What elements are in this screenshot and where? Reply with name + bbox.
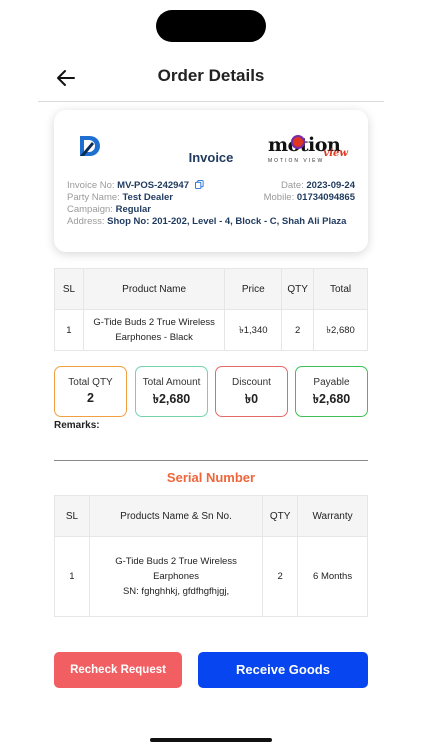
date-value: 2023-09-24	[306, 180, 355, 191]
table-header-row: SL Product Name Price QTY Total	[54, 268, 368, 310]
invoice-number: MV-POS-242947	[117, 180, 189, 191]
column-header: Warranty	[297, 495, 368, 537]
column-header: Product Name	[82, 268, 226, 310]
column-header: QTY	[262, 495, 299, 537]
campaign-row: Campaign: Regular	[67, 204, 355, 216]
brand-logo: motion view MOTION VIEW	[268, 126, 356, 172]
recheck-request-button[interactable]: Recheck Request	[54, 652, 182, 688]
column-header: Price	[224, 268, 283, 310]
row-sl: 1	[54, 536, 90, 617]
summary-payable: Payable ৳2,680	[295, 366, 368, 417]
row-qty: 2	[281, 309, 315, 351]
summary-value: 2	[87, 391, 94, 405]
globe-icon	[291, 135, 305, 149]
app-header: Order Details	[38, 60, 384, 102]
receive-goods-button[interactable]: Receive Goods	[198, 652, 368, 688]
address-label: Address:	[67, 216, 105, 227]
row-product-name: G-Tide Buds 2 True Wireless Earphones - …	[82, 309, 226, 351]
page-title: Order Details	[157, 66, 265, 85]
column-header: Products Name & Sn No.	[88, 495, 264, 537]
row-total: ৳2,680	[313, 309, 368, 351]
column-header: QTY	[281, 268, 315, 310]
address-row: Address: Shop No: 201-202, Level - 4, Bl…	[67, 216, 355, 228]
table-row: 1 G-Tide Buds 2 True Wireless Earphones …	[54, 309, 368, 351]
summary-total-amount: Total Amount ৳2,680	[135, 366, 208, 417]
invoice-date: Date: 2023-09-24	[281, 180, 355, 192]
summary-value: ৳0	[244, 392, 259, 406]
invoice-number-label: Invoice No:	[67, 180, 115, 191]
products-table: SL Product Name Price QTY Total 1 G-Tide…	[54, 268, 368, 351]
row-product-name: G-Tide Buds 2 True Wireless Earphones	[115, 556, 237, 582]
serial-number-title: Serial Number	[166, 470, 256, 485]
remarks-label: Remarks:	[54, 420, 100, 431]
summary-value: ৳2,680	[312, 392, 351, 406]
summary-label: Discount	[232, 377, 271, 388]
campaign-label: Campaign:	[67, 204, 113, 215]
invoice-number-row: Invoice No: MV-POS-242947 Date: 2023-09-…	[67, 180, 355, 192]
serial-table: SL Products Name & Sn No. QTY Warranty 1…	[54, 495, 368, 617]
summary-discount: Discount ৳0	[215, 366, 288, 417]
party-label: Party Name:	[67, 192, 120, 203]
device-notch	[156, 10, 266, 42]
section-divider	[54, 460, 368, 461]
table-row: 1 G-Tide Buds 2 True Wireless Earphones …	[54, 536, 368, 617]
summary-value: ৳2,680	[152, 392, 191, 406]
invoice-card: Invoice motion view MOTION VIEW Invoice …	[54, 110, 368, 252]
copy-icon[interactable]	[194, 180, 204, 189]
party-name: Test Dealer	[122, 192, 173, 203]
row-product-sn: G-Tide Buds 2 True Wireless Earphones SN…	[88, 536, 264, 617]
address-value: Shop No: 201-202, Level - 4, Block - C, …	[107, 216, 347, 227]
date-label: Date:	[281, 180, 304, 191]
mobile-value: 01734094865	[296, 192, 355, 203]
row-price: ৳1,340	[224, 309, 283, 351]
brand-logo-subtext: MOTION VIEW	[268, 158, 325, 164]
brand-logo-accent: view	[323, 148, 348, 159]
column-header: Total	[313, 268, 368, 310]
campaign-value: Regular	[115, 204, 151, 215]
column-header: SL	[54, 495, 90, 537]
summary-label: Payable	[313, 377, 350, 388]
party-row: Party Name: Test Dealer Mobile: 01734094…	[67, 192, 355, 204]
summary-label: Total QTY	[68, 377, 113, 388]
row-warranty: 6 Months	[297, 536, 368, 617]
row-qty: 2	[262, 536, 299, 617]
mobile: Mobile: 01734094865	[264, 192, 355, 204]
summary-total-qty: Total QTY 2	[54, 366, 127, 417]
home-indicator	[150, 738, 272, 742]
summary-label: Total Amount	[142, 377, 201, 388]
table-header-row: SL Products Name & Sn No. QTY Warranty	[54, 495, 368, 537]
row-serial-numbers: SN: fghghhkj, gfdfhgfhjgj,	[122, 586, 230, 597]
column-header: SL	[54, 268, 84, 310]
row-sl: 1	[54, 309, 84, 351]
mobile-label: Mobile:	[263, 192, 295, 203]
